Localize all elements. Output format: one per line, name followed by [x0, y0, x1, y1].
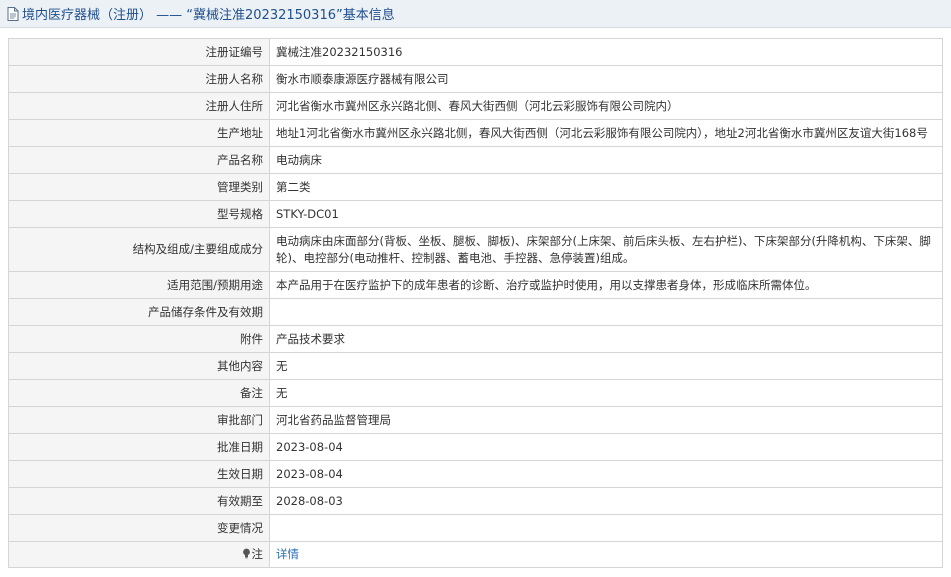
row-value: 电动病床由床面部分(背板、坐板、腿板、脚板)、床架部分(上床架、前后床头板、左右…: [269, 227, 943, 272]
row-value: 无: [269, 379, 943, 407]
row-value: 无: [269, 352, 943, 380]
table-row: 注册人住所 河北省衡水市冀州区永兴路北侧、春风大街西侧（河北云彩服饰有限公司院内…: [8, 92, 943, 120]
note-label: 注: [251, 547, 264, 561]
page: 境内医疗器械（注册） —— “冀械注准20232150316”基本信息 注册证编…: [0, 0, 951, 577]
row-label: 有效期至: [8, 487, 270, 515]
row-label: 其他内容: [8, 352, 270, 380]
row-label: 管理类别: [8, 173, 270, 201]
row-value: 河北省药品监督管理局: [269, 406, 943, 434]
table-row: 变更情况: [8, 514, 943, 542]
row-value: 冀械注准20232150316: [269, 38, 943, 66]
row-label: 注册人住所: [8, 92, 270, 120]
table-row: 产品储存条件及有效期: [8, 298, 943, 326]
info-table: 注册证编号 冀械注准20232150316 注册人名称 衡水市顺泰康源医疗器械有…: [8, 38, 943, 568]
row-value: 2028-08-03: [269, 487, 943, 515]
row-label: 产品名称: [8, 146, 270, 174]
row-label: 审批部门: [8, 406, 270, 434]
table-row: 型号规格 STKY-DC01: [8, 200, 943, 228]
page-header: 境内医疗器械（注册） —— “冀械注准20232150316”基本信息: [0, 0, 951, 28]
row-label: 批准日期: [8, 433, 270, 461]
row-value: [269, 514, 943, 542]
row-label: 型号规格: [8, 200, 270, 228]
page-title: 境内医疗器械（注册） —— “冀械注准20232150316”基本信息: [22, 4, 395, 23]
row-value: 2023-08-04: [269, 433, 943, 461]
row-value: [269, 298, 943, 326]
row-label: 产品储存条件及有效期: [8, 298, 270, 326]
row-label: 附件: [8, 325, 270, 353]
table-row: 产品名称 电动病床: [8, 146, 943, 174]
table-row: 附件 产品技术要求: [8, 325, 943, 353]
row-label: 生效日期: [8, 460, 270, 488]
note-label-cell: 注: [8, 541, 270, 568]
row-label: 注册人名称: [8, 65, 270, 93]
row-label: 注册证编号: [8, 38, 270, 66]
title-category: 境内医疗器械（注册）: [22, 8, 153, 23]
row-value: 衡水市顺泰康源医疗器械有限公司: [269, 65, 943, 93]
row-value: 产品技术要求: [269, 325, 943, 353]
details-link[interactable]: 详情: [276, 547, 299, 561]
table-row: 审批部门 河北省药品监督管理局: [8, 406, 943, 434]
row-value: 2023-08-04: [269, 460, 943, 488]
row-label: 备注: [8, 379, 270, 407]
table-row: 结构及组成/主要组成成分 电动病床由床面部分(背板、坐板、腿板、脚板)、床架部分…: [8, 227, 943, 272]
table-row: 管理类别 第二类: [8, 173, 943, 201]
row-value: 本产品用于在医疗监护下的成年患者的诊断、治疗或监护时使用，用以支撑患者身体，形成…: [269, 271, 943, 299]
row-value: 河北省衡水市冀州区永兴路北侧、春风大街西侧（河北云彩服饰有限公司院内）: [269, 92, 943, 120]
info-table-container: 注册证编号 冀械注准20232150316 注册人名称 衡水市顺泰康源医疗器械有…: [8, 38, 943, 568]
table-row: 生产地址 地址1河北省衡水市冀州区永兴路北侧，春风大街西侧（河北云彩服饰有限公司…: [8, 119, 943, 147]
note-row: 注 详情: [8, 541, 943, 568]
row-label: 生产地址: [8, 119, 270, 147]
document-icon: [6, 6, 20, 22]
row-value: 第二类: [269, 173, 943, 201]
row-value: 地址1河北省衡水市冀州区永兴路北侧，春风大街西侧（河北云彩服饰有限公司院内），地…: [269, 119, 943, 147]
row-value: 电动病床: [269, 146, 943, 174]
table-row: 适用范围/预期用途 本产品用于在医疗监护下的成年患者的诊断、治疗或监护时使用，用…: [8, 271, 943, 299]
row-label: 变更情况: [8, 514, 270, 542]
table-row: 生效日期 2023-08-04: [8, 460, 943, 488]
table-row: 备注 无: [8, 379, 943, 407]
table-row: 有效期至 2028-08-03: [8, 487, 943, 515]
note-value-cell: 详情: [269, 541, 943, 568]
row-value: STKY-DC01: [269, 200, 943, 228]
table-row: 注册人名称 衡水市顺泰康源医疗器械有限公司: [8, 65, 943, 93]
table-row: 其他内容 无: [8, 352, 943, 380]
title-main: “冀械注准20232150316”基本信息: [186, 8, 395, 23]
row-label: 结构及组成/主要组成成分: [8, 227, 270, 272]
row-label: 适用范围/预期用途: [8, 271, 270, 299]
table-row: 批准日期 2023-08-04: [8, 433, 943, 461]
lightbulb-icon: [242, 547, 251, 559]
table-row: 注册证编号 冀械注准20232150316: [8, 38, 943, 66]
title-separator: ——: [152, 8, 187, 23]
